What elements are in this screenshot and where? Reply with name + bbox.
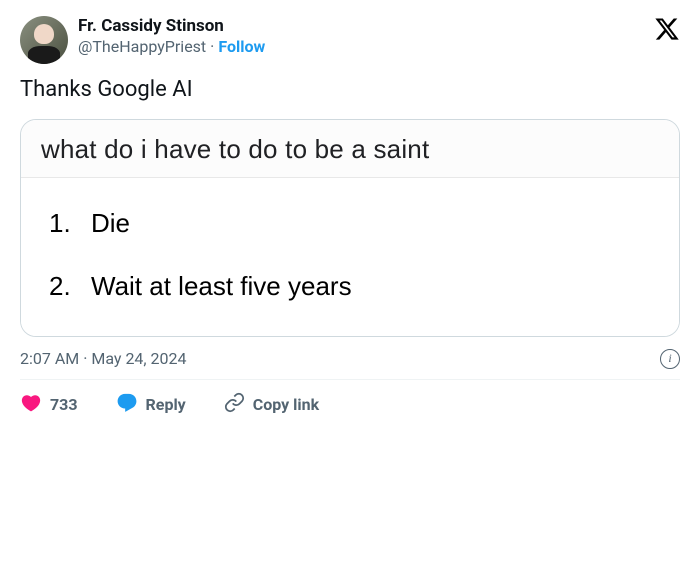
- search-bar: what do i have to do to be a saint: [21, 120, 679, 178]
- copy-link-button[interactable]: Copy link: [224, 392, 319, 417]
- reply-icon: [116, 392, 138, 418]
- embedded-screenshot[interactable]: what do i have to do to be a saint 1. Di…: [20, 119, 680, 337]
- copy-label: Copy link: [253, 395, 319, 414]
- list-item: 1. Die: [49, 204, 651, 243]
- answer-number: 2.: [49, 267, 73, 306]
- answer-text: Wait at least five years: [91, 267, 352, 306]
- follow-link[interactable]: Follow: [218, 37, 265, 56]
- like-count: 733: [50, 395, 78, 414]
- user-info: Fr. Cassidy Stinson @TheHappyPriest · Fo…: [78, 16, 265, 56]
- answer-text: Die: [91, 204, 130, 243]
- reply-label: Reply: [146, 395, 186, 414]
- user-handle[interactable]: @TheHappyPriest: [78, 37, 206, 56]
- tweet-meta: 2:07 AM · May 24, 2024 i: [20, 349, 680, 369]
- list-item: 2. Wait at least five years: [49, 267, 651, 306]
- tweet-actions: 733 Reply Copy link: [20, 379, 680, 418]
- link-icon: [224, 392, 245, 417]
- reply-button[interactable]: Reply: [116, 392, 186, 418]
- tweet-header: Fr. Cassidy Stinson @TheHappyPriest · Fo…: [20, 16, 680, 64]
- separator-dot: ·: [210, 37, 214, 56]
- heart-icon: [20, 392, 42, 418]
- answer-number: 1.: [49, 204, 73, 243]
- tweet-text: Thanks Google AI: [20, 76, 680, 105]
- answer-list: 1. Die 2. Wait at least five years: [21, 178, 679, 336]
- info-icon[interactable]: i: [660, 349, 680, 369]
- x-logo-icon[interactable]: [654, 16, 680, 42]
- search-query-text: what do i have to do to be a saint: [41, 134, 659, 165]
- handle-row: @TheHappyPriest · Follow: [78, 37, 265, 56]
- tweet-timestamp[interactable]: 2:07 AM · May 24, 2024: [20, 349, 187, 368]
- like-button[interactable]: 733: [20, 392, 78, 418]
- display-name[interactable]: Fr. Cassidy Stinson: [78, 16, 265, 36]
- avatar[interactable]: [20, 16, 68, 64]
